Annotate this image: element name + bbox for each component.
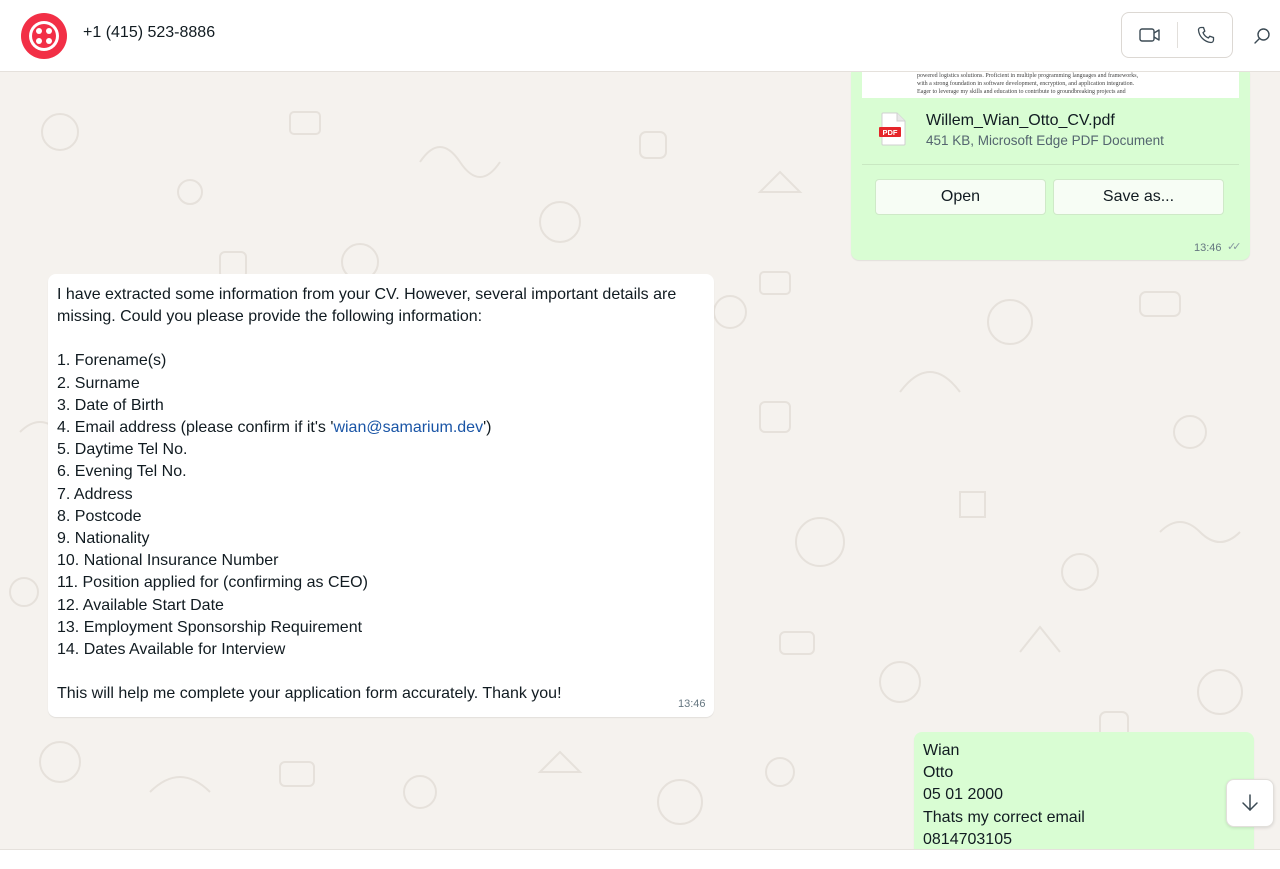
list-item: 12. Available Start Date xyxy=(57,596,224,614)
read-receipt-icon: ✓✓ xyxy=(1227,241,1242,253)
list-item: 5. Daytime Tel No. xyxy=(57,441,188,459)
chat-header: +1 (415) 523-8886 xyxy=(0,0,1280,72)
phone-icon xyxy=(1197,26,1214,44)
list-item: 3. Date of Birth xyxy=(57,396,164,414)
incoming-message-bubble: I have extracted some information from y… xyxy=(48,274,714,717)
video-camera-icon xyxy=(1138,28,1160,42)
message-line: 05 01 2000 xyxy=(923,786,1004,803)
pdf-file-icon: PDF xyxy=(879,112,906,146)
search-button[interactable] xyxy=(1248,22,1276,50)
message-line: 0814703105 xyxy=(923,831,1012,848)
list-item: 4. Email address (please confirm if it's… xyxy=(57,419,492,437)
message-text[interactable]: I have extracted some information from y… xyxy=(57,284,705,705)
arrow-down-icon xyxy=(1242,794,1258,811)
list-item: 6. Evening Tel No. xyxy=(57,463,187,481)
message-line: Otto xyxy=(923,764,954,781)
call-button-group xyxy=(1121,12,1233,58)
contact-avatar[interactable] xyxy=(21,13,67,59)
message-time: 13:46 xyxy=(1194,242,1222,254)
email-link[interactable]: wian@samarium.dev xyxy=(333,419,483,436)
document-preview[interactable]: powered logistics solutions. Proficient … xyxy=(862,72,1239,98)
message-line: Wian xyxy=(923,742,960,759)
list-item: 11. Position applied for (confirming as … xyxy=(57,574,368,592)
voice-call-button[interactable] xyxy=(1178,13,1233,57)
search-icon xyxy=(1254,28,1270,44)
message-line: Thats my correct email xyxy=(923,809,1085,826)
file-name: Willem_Wian_Otto_CV.pdf xyxy=(926,112,1115,129)
file-message-bubble: powered logistics solutions. Proficient … xyxy=(851,72,1250,260)
list-item: 2. Surname xyxy=(57,374,140,392)
message-composer[interactable] xyxy=(0,849,1280,869)
list-item: 8. Postcode xyxy=(57,507,142,525)
message-intro: I have extracted some information from y… xyxy=(57,286,677,326)
list-item: 1. Forename(s) xyxy=(57,352,167,370)
file-meta: 451 KB, Microsoft Edge PDF Document xyxy=(926,133,1164,148)
list-item: 13. Employment Sponsorship Requirement xyxy=(57,618,363,636)
list-item: 9. Nationality xyxy=(57,530,150,548)
message-time: 13:46 xyxy=(678,698,706,710)
divider xyxy=(862,164,1239,165)
list-item: 10. National Insurance Number xyxy=(57,552,279,570)
open-button[interactable]: Open xyxy=(875,179,1046,215)
scroll-to-bottom-button[interactable] xyxy=(1226,779,1274,827)
list-item: 7. Address xyxy=(57,485,133,503)
message-list[interactable]: powered logistics solutions. Proficient … xyxy=(0,72,1280,849)
svg-text:PDF: PDF xyxy=(883,128,898,137)
save-as-button[interactable]: Save as... xyxy=(1053,179,1224,215)
video-call-button[interactable] xyxy=(1122,13,1177,57)
message-closing: This will help me complete your applicat… xyxy=(57,685,562,703)
contact-name[interactable]: +1 (415) 523-8886 xyxy=(83,24,215,42)
list-item: 14. Dates Available for Interview xyxy=(57,641,286,659)
file-attachment[interactable]: PDF Willem_Wian_Otto_CV.pdf 451 KB, Micr… xyxy=(862,98,1239,164)
outgoing-message-bubble[interactable]: Wian Otto 05 01 2000 Thats my correct em… xyxy=(914,732,1254,849)
